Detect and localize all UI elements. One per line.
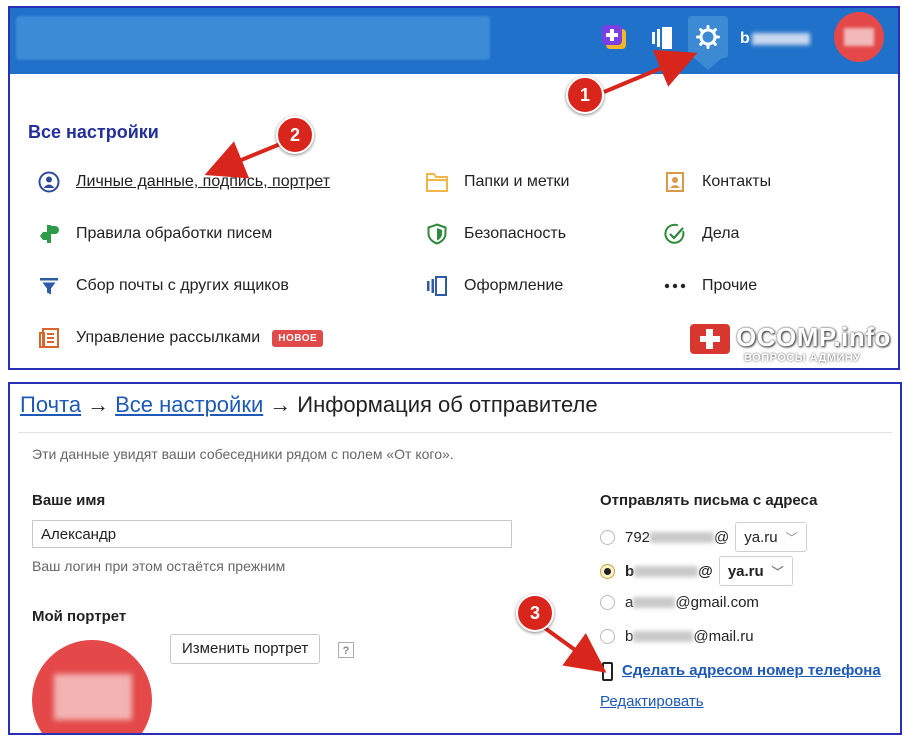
chevron-down-icon: ﹀ xyxy=(771,564,784,579)
settings-item-label: Безопасность xyxy=(464,225,567,242)
sender-info-text: Эти данные увидят ваши собеседники рядом… xyxy=(32,446,454,462)
user-avatar[interactable] xyxy=(834,12,884,62)
address-prefix: b xyxy=(625,628,634,645)
new-badge: НОВОЕ xyxy=(272,329,324,347)
breadcrumb-current: Информация об отправителе xyxy=(297,392,598,417)
name-label: Ваше имя xyxy=(32,492,106,509)
address-radio[interactable] xyxy=(600,629,615,644)
settings-item-tasks[interactable]: Дела xyxy=(662,222,739,246)
breadcrumb-separator: → xyxy=(269,392,292,417)
name-input[interactable] xyxy=(32,520,512,548)
callout-3: 3 xyxy=(516,594,554,632)
address-blurred xyxy=(634,565,699,577)
avatar-initials-blurred xyxy=(844,28,874,46)
watermark-cross-icon xyxy=(690,324,730,354)
gear-dropdown-pointer xyxy=(694,58,722,70)
plus-app-icon[interactable] xyxy=(600,22,628,50)
dots-icon xyxy=(662,274,688,298)
help-icon[interactable]: ? xyxy=(338,642,354,658)
theme-icon xyxy=(424,274,450,298)
portrait-label: Мой портрет xyxy=(32,608,127,625)
avatar-initials-blurred xyxy=(54,674,132,720)
address-radio[interactable] xyxy=(600,529,615,545)
address-radio-selected[interactable] xyxy=(600,563,615,579)
breadcrumb-all-settings-link[interactable]: Все настройки xyxy=(115,392,263,417)
address-blurred xyxy=(633,631,694,642)
domain-select[interactable]: ya.ru ﹀ xyxy=(718,556,793,586)
username-label[interactable]: b xyxy=(740,30,811,48)
settings-item-label: Правила обработки писем xyxy=(76,225,273,242)
domain-select[interactable]: ya.ru ﹀ xyxy=(735,522,807,552)
send-from-title: Отправлять письма с адреса xyxy=(600,492,818,509)
address-suffix: @mail.ru xyxy=(693,628,754,645)
change-portrait-button[interactable]: Изменить портрет xyxy=(170,634,321,664)
breadcrumb-separator: → xyxy=(87,392,110,417)
settings-item-contacts[interactable]: Контакты xyxy=(662,170,771,194)
address-row-mailru[interactable]: b @mail.ru xyxy=(600,628,754,645)
funnel-icon xyxy=(36,274,62,298)
address-radio[interactable] xyxy=(600,595,615,610)
settings-item-label: Оформление xyxy=(464,277,564,294)
contacts-icon xyxy=(662,170,688,194)
newsletter-icon xyxy=(36,326,62,350)
address-blurred xyxy=(633,597,676,608)
settings-item-label: Прочие xyxy=(702,277,758,294)
domain-value: ya.ru xyxy=(744,528,778,546)
settings-item-label: Управление рассылками xyxy=(76,329,261,346)
phone-icon xyxy=(602,662,613,681)
address-prefix: b xyxy=(625,562,635,580)
domain-value: ya.ru xyxy=(727,562,764,580)
shield-icon xyxy=(424,222,450,246)
settings-item-personal-data[interactable]: Личные данные, подпись, портрет xyxy=(36,170,330,194)
settings-item-label: Папки и метки xyxy=(464,173,570,190)
address-prefix: 792 xyxy=(625,528,651,546)
address-row-login[interactable]: b @ ya.ru ﹀ xyxy=(600,556,793,586)
collapse-panels-icon[interactable] xyxy=(650,24,676,52)
settings-gear-button[interactable] xyxy=(688,16,728,58)
address-suffix: @gmail.com xyxy=(675,594,759,611)
settings-item-label[interactable]: Личные данные, подпись, портрет xyxy=(76,173,330,191)
watermark-title: OCOMP.info xyxy=(736,322,891,352)
search-bar-blurred[interactable] xyxy=(16,16,490,60)
address-blurred xyxy=(650,531,715,543)
mail-header-bar: b xyxy=(10,8,898,74)
sender-info-panel: Почта → Все настройки → Информация об отправ… xyxy=(8,382,902,735)
settings-item-mail-collector[interactable]: Сбор почты с других ящиков xyxy=(36,274,289,298)
settings-item-theme[interactable]: Оформление xyxy=(424,274,563,298)
settings-item-label: Контакты xyxy=(702,173,772,190)
username-initial: b xyxy=(740,30,751,47)
portrait-avatar xyxy=(32,640,152,733)
watermark-subtitle: ВОПРОСЫ АДМИНУ xyxy=(744,352,861,364)
address-suffix: @ xyxy=(714,528,730,546)
username-blurred xyxy=(752,32,811,45)
chevron-down-icon: ﹀ xyxy=(785,530,798,545)
address-row-phone[interactable]: 792 @ ya.ru ﹀ xyxy=(600,522,807,552)
callout-2: 2 xyxy=(276,116,314,154)
address-row-gmail[interactable]: a @gmail.com xyxy=(600,594,759,611)
address-suffix: @ xyxy=(698,562,713,580)
callout-1: 1 xyxy=(566,76,604,114)
person-circle-icon xyxy=(36,170,62,194)
filter-rule-icon xyxy=(36,222,62,246)
make-phone-address-link[interactable]: Сделать адресом номер телефона xyxy=(622,662,881,679)
settings-menu-panel: b Все настройки Личные данные, подпись, … xyxy=(8,6,900,370)
settings-item-newsletters[interactable]: Управление рассылками НОВОЕ xyxy=(36,326,324,350)
breadcrumb: Почта → Все настройки → Информация об отправ… xyxy=(20,392,598,418)
check-circle-icon xyxy=(662,222,688,246)
name-hint: Ваш логин при этом остаётся прежним xyxy=(32,558,286,574)
gear-icon xyxy=(696,25,720,49)
settings-item-security[interactable]: Безопасность xyxy=(424,222,566,246)
breadcrumb-mail-link[interactable]: Почта xyxy=(20,392,81,417)
address-prefix: a xyxy=(625,594,634,611)
edit-link[interactable]: Редактировать xyxy=(600,693,704,710)
settings-item-label: Дела xyxy=(702,225,740,242)
divider xyxy=(18,432,892,433)
watermark-logo: OCOMP.info ВОПРОСЫ АДМИНУ xyxy=(690,322,896,368)
settings-item-label: Сбор почты с других ящиков xyxy=(76,277,289,294)
settings-title: Все настройки xyxy=(28,122,159,142)
settings-item-mail-rules[interactable]: Правила обработки писем xyxy=(36,222,272,246)
settings-item-other[interactable]: Прочие xyxy=(662,274,757,298)
settings-item-folders-labels[interactable]: Папки и метки xyxy=(424,170,569,194)
folder-icon xyxy=(424,170,450,194)
